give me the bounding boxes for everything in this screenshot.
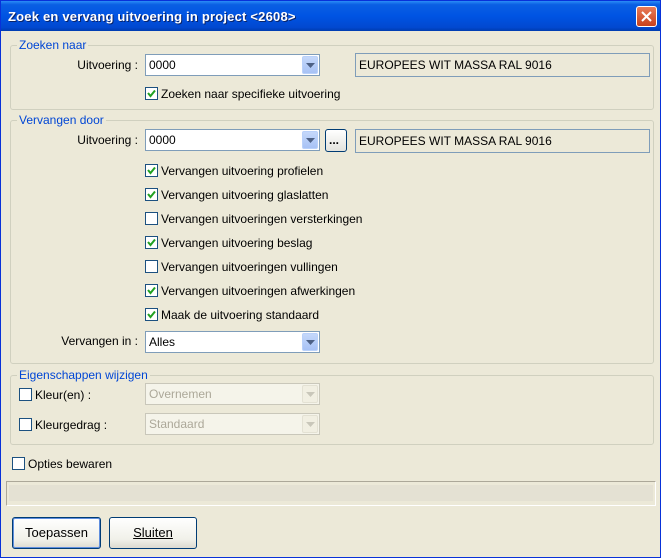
zoeken-dropdown-button[interactable] xyxy=(302,56,318,74)
option-label-profielen[interactable]: Vervangen uitvoering profielen xyxy=(161,164,323,178)
option-checkbox-vullingen[interactable] xyxy=(145,260,158,273)
status-bar-fill xyxy=(9,485,653,501)
zoeken-specifiek-label[interactable]: Zoeken naar specifieke uitvoering xyxy=(161,87,340,101)
vervangen-in-dropdown-button[interactable] xyxy=(302,333,318,351)
opties-bewaren-label[interactable]: Opties bewaren xyxy=(28,457,112,471)
group-eigenschappen: Eigenschappen wijzigen xyxy=(10,368,654,445)
opties-bewaren-checkbox[interactable] xyxy=(12,457,25,470)
chevron-down-icon xyxy=(306,422,315,427)
vervangen-dropdown-button[interactable] xyxy=(302,131,318,149)
checkmark-icon xyxy=(147,166,156,175)
vervangen-uitvoering-select[interactable]: 0000 xyxy=(145,129,320,151)
zoeken-specifiek-checkbox[interactable] xyxy=(145,87,158,100)
kleuren-label[interactable]: Kleur(en) : xyxy=(35,388,91,402)
option-checkbox-versterkingen[interactable] xyxy=(145,212,158,225)
group-label-zoeken: Zoeken naar xyxy=(17,38,89,52)
kleurgedrag-label[interactable]: Kleurgedrag : xyxy=(35,418,107,432)
chevron-down-icon xyxy=(306,392,315,397)
browse-button[interactable]: ... xyxy=(325,129,347,152)
option-label-versterkingen[interactable]: Vervangen uitvoeringen versterkingen xyxy=(161,212,362,226)
group-label-eigenschappen: Eigenschappen wijzigen xyxy=(17,368,150,382)
option-label-beslag[interactable]: Vervangen uitvoering beslag xyxy=(161,236,312,250)
chevron-down-icon xyxy=(306,63,315,68)
status-bar xyxy=(6,481,656,506)
apply-button[interactable]: Toepassen xyxy=(12,517,101,549)
kleurgedrag-value: Standaard xyxy=(149,417,205,431)
chevron-down-icon xyxy=(306,340,315,345)
vervangen-description-text: EUROPEES WIT MASSA RAL 9016 xyxy=(359,134,552,148)
option-checkbox-glaslatten[interactable] xyxy=(145,188,158,201)
zoeken-uitvoering-select[interactable]: 0000 xyxy=(145,54,320,76)
close-icon xyxy=(641,11,652,22)
checkmark-icon xyxy=(147,286,156,295)
kleurgedrag-dropdown-button xyxy=(302,415,318,433)
zoeken-description-text: EUROPEES WIT MASSA RAL 9016 xyxy=(359,58,552,72)
close-button[interactable]: Sluiten xyxy=(109,517,197,549)
option-checkbox-standaard[interactable] xyxy=(145,308,158,321)
checkmark-icon xyxy=(147,89,156,98)
vervangen-uitvoering-label: Uitvoering : xyxy=(77,133,138,147)
apply-button-label: Toepassen xyxy=(25,525,88,540)
close-window-button[interactable] xyxy=(636,6,657,27)
kleuren-checkbox[interactable] xyxy=(19,388,32,401)
group-vervangen-door: Vervangen door xyxy=(10,113,654,364)
browse-label: ... xyxy=(329,133,340,147)
checkmark-icon xyxy=(147,310,156,319)
zoeken-uitvoering-value: 0000 xyxy=(149,58,176,72)
kleuren-select: Overnemen xyxy=(145,383,320,405)
option-checkbox-beslag[interactable] xyxy=(145,236,158,249)
option-checkbox-afwerkingen[interactable] xyxy=(145,284,158,297)
kleuren-dropdown-button xyxy=(302,385,318,403)
close-button-label: Sluiten xyxy=(133,525,173,540)
window-title: Zoek en vervang uitvoering in project <2… xyxy=(8,9,296,24)
chevron-down-icon xyxy=(306,138,315,143)
option-label-afwerkingen[interactable]: Vervangen uitvoeringen afwerkingen xyxy=(161,284,355,298)
option-label-standaard[interactable]: Maak de uitvoering standaard xyxy=(161,308,319,322)
checkmark-icon xyxy=(147,190,156,199)
zoeken-uitvoering-label: Uitvoering : xyxy=(77,58,138,72)
vervangen-in-select[interactable]: Alles xyxy=(145,331,320,353)
dialog-window: Zoek en vervang uitvoering in project <2… xyxy=(0,0,661,558)
vervangen-in-value: Alles xyxy=(149,335,176,349)
vervangen-uitvoering-value: 0000 xyxy=(149,133,176,147)
group-label-vervangen: Vervangen door xyxy=(17,113,106,127)
checkmark-icon xyxy=(147,238,156,247)
option-label-vullingen[interactable]: Vervangen uitvoeringen vullingen xyxy=(161,260,338,274)
vervangen-description-field: EUROPEES WIT MASSA RAL 9016 xyxy=(355,129,650,153)
option-label-glaslatten[interactable]: Vervangen uitvoering glaslatten xyxy=(161,188,328,202)
vervangen-in-label: Vervangen in : xyxy=(61,334,138,348)
kleurgedrag-checkbox[interactable] xyxy=(19,418,32,431)
kleuren-value: Overnemen xyxy=(149,387,212,401)
zoeken-description-field: EUROPEES WIT MASSA RAL 9016 xyxy=(355,53,650,77)
option-checkbox-profielen[interactable] xyxy=(145,164,158,177)
title-bar[interactable]: Zoek en vervang uitvoering in project <2… xyxy=(1,1,660,31)
kleurgedrag-select: Standaard xyxy=(145,413,320,435)
